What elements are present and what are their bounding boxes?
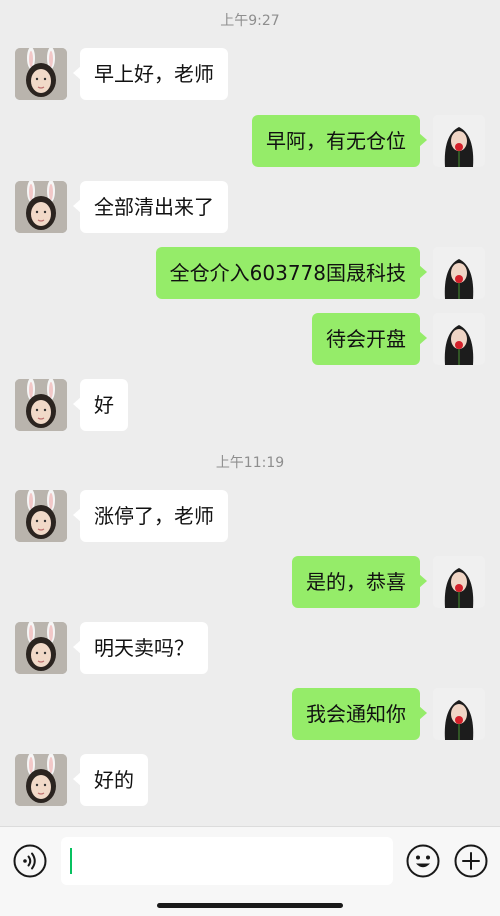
home-indicator[interactable] xyxy=(157,903,343,908)
received-message[interactable]: 好 xyxy=(73,379,128,431)
contact-avatar[interactable] xyxy=(15,490,67,542)
message-row: 明天卖吗？ xyxy=(0,622,500,674)
sent-message[interactable]: 待会开盘 xyxy=(312,313,427,365)
received-message[interactable]: 涨停了，老师 xyxy=(73,490,228,542)
emoji-icon[interactable] xyxy=(406,844,440,878)
user-avatar[interactable] xyxy=(433,556,485,608)
contact-avatar[interactable] xyxy=(15,754,67,806)
message-row: 好的 xyxy=(0,754,500,806)
user-avatar[interactable] xyxy=(433,688,485,740)
user-avatar[interactable] xyxy=(433,115,485,167)
message-row: 是的，恭喜 xyxy=(0,556,500,608)
contact-avatar[interactable] xyxy=(15,622,67,674)
received-message[interactable]: 明天卖吗？ xyxy=(73,622,208,674)
received-message[interactable]: 早上好，老师 xyxy=(73,48,228,100)
message-row: 待会开盘 xyxy=(0,313,500,365)
timestamp: 上午11:19 xyxy=(215,455,285,471)
user-avatar[interactable] xyxy=(433,313,485,365)
message-row: 全部清出来了 xyxy=(0,181,500,233)
message-input[interactable] xyxy=(61,837,393,885)
sent-message[interactable]: 我会通知你 xyxy=(292,688,427,740)
sent-message[interactable]: 是的，恭喜 xyxy=(292,556,427,608)
sent-message[interactable]: 早阿，有无仓位 xyxy=(252,115,427,167)
contact-avatar[interactable] xyxy=(15,379,67,431)
received-message[interactable]: 全部清出来了 xyxy=(73,181,228,233)
message-row: 涨停了，老师 xyxy=(0,490,500,542)
chat-area[interactable]: 上午9:27 早上好，老师 早阿，有无仓位 全部清出来了 全仓介入603778国… xyxy=(0,0,500,826)
contact-avatar[interactable] xyxy=(15,48,67,100)
message-row: 早阿，有无仓位 xyxy=(0,115,500,167)
contact-avatar[interactable] xyxy=(15,181,67,233)
text-caret xyxy=(70,848,72,874)
voice-icon[interactable] xyxy=(13,844,47,878)
sent-message[interactable]: 全仓介入603778国晟科技 xyxy=(155,247,428,299)
message-row: 早上好，老师 xyxy=(0,48,500,100)
message-row: 好 xyxy=(0,379,500,431)
message-row: 全仓介入603778国晟科技 xyxy=(0,247,500,299)
timestamp: 上午9:27 xyxy=(220,13,280,29)
input-toolbar xyxy=(0,826,500,916)
received-message[interactable]: 好的 xyxy=(73,754,148,806)
message-row: 我会通知你 xyxy=(0,688,500,740)
plus-icon[interactable] xyxy=(454,844,488,878)
user-avatar[interactable] xyxy=(433,247,485,299)
